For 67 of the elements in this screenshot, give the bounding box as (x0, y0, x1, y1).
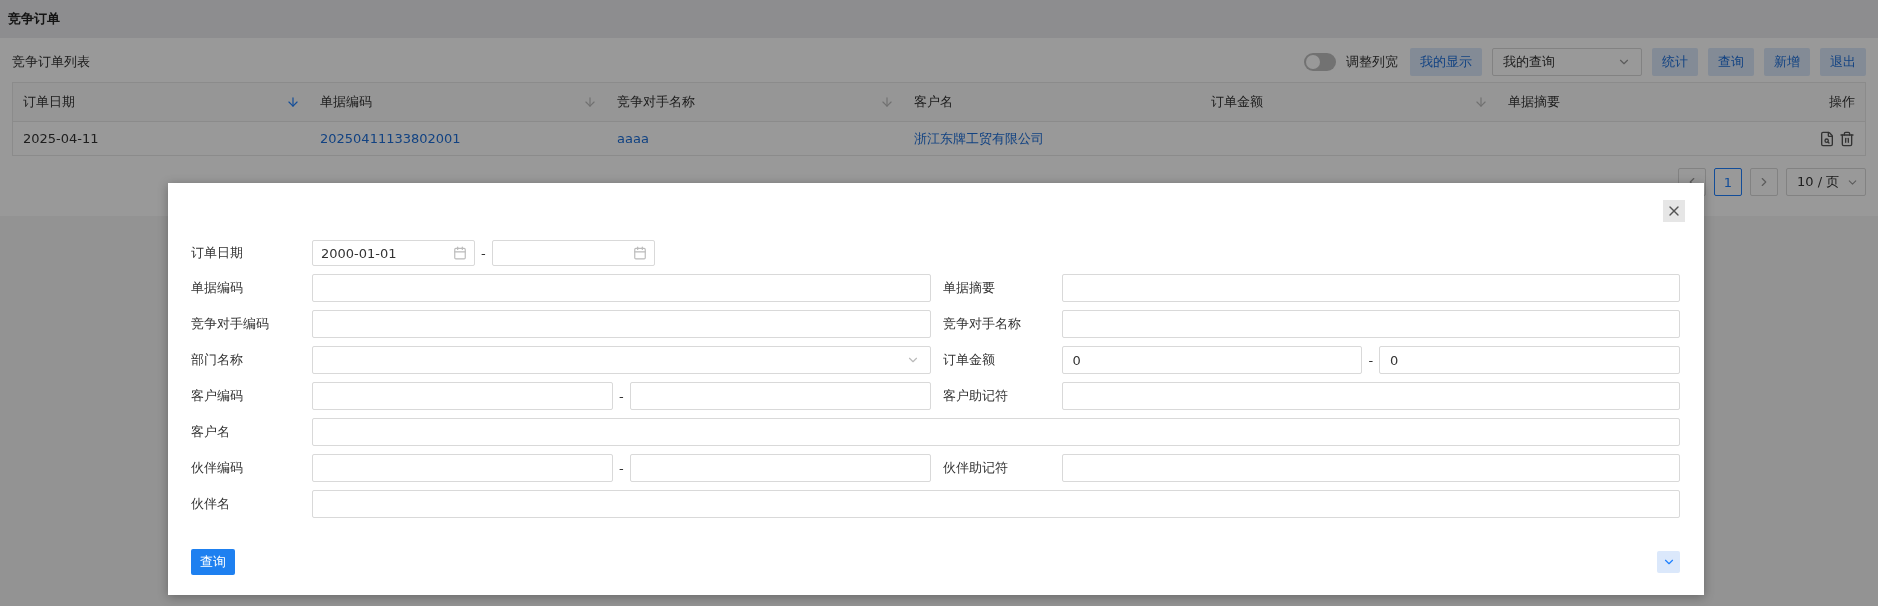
column-header: 操作 (1829, 93, 1855, 111)
page-number[interactable]: 1 (1714, 168, 1742, 196)
table-link[interactable]: 20250411133802001 (320, 131, 461, 146)
range-dash: - (618, 460, 624, 476)
toolbar-button[interactable]: 查询 (1708, 48, 1754, 76)
view-document-icon[interactable] (1819, 130, 1835, 147)
field-label: 伙伴编码 (191, 459, 244, 477)
column-header: 订单金额 (1211, 93, 1263, 111)
input-field[interactable] (312, 310, 931, 338)
column-header: 单据编码 (320, 93, 372, 111)
toolbar-button[interactable]: 我的显示 (1410, 48, 1482, 76)
page-title: 竞争订单 (8, 10, 60, 28)
toolbar-button[interactable]: 统计 (1652, 48, 1698, 76)
page-size-select[interactable]: 10 / 页 (1786, 168, 1866, 196)
input-field[interactable] (629, 382, 931, 410)
input-field[interactable] (312, 454, 613, 482)
column-header: 竞争对手名称 (617, 93, 695, 111)
input-field[interactable] (312, 418, 1680, 446)
table-link[interactable]: aaaa (617, 131, 649, 146)
toolbar-button[interactable]: 新增 (1764, 48, 1810, 76)
column-header: 单据摘要 (1508, 93, 1560, 111)
field-label: 客户助记符 (941, 387, 1009, 405)
close-button[interactable] (1663, 200, 1685, 222)
input-field[interactable] (312, 274, 931, 302)
input-field[interactable] (1061, 310, 1680, 338)
date-field[interactable] (491, 240, 655, 266)
range-dash: - (618, 388, 624, 404)
list-title: 竞争订单列表 (12, 53, 91, 71)
table-link[interactable]: 浙江东牌工贸有限公司 (914, 129, 1044, 148)
field-label: 订单金额 (941, 351, 996, 369)
input-field[interactable] (1061, 382, 1680, 410)
calendar-icon (453, 246, 467, 260)
input-field[interactable]: 0 (1061, 346, 1363, 374)
toggle-switch[interactable] (1304, 53, 1336, 71)
range-dash: - (1368, 352, 1374, 368)
date-field[interactable]: 2000-01-01 (312, 240, 475, 266)
field-label: 竞争对手名称 (941, 315, 1022, 333)
input-field[interactable] (629, 454, 931, 482)
query-button[interactable]: 查询 (191, 549, 235, 575)
field-label: 部门名称 (191, 351, 244, 369)
input-field[interactable]: 0 (1379, 346, 1680, 374)
trash-icon[interactable] (1839, 130, 1855, 147)
field-label: 客户编码 (191, 387, 244, 405)
input-field[interactable] (1061, 274, 1680, 302)
next-page-button[interactable] (1750, 168, 1778, 196)
input-field[interactable] (312, 382, 613, 410)
sort-arrow-icon[interactable] (286, 95, 300, 109)
field-label: 竞争对手编码 (191, 315, 270, 333)
range-dash: - (481, 245, 486, 261)
field-label: 客户名 (191, 423, 231, 441)
column-header: 订单日期 (23, 93, 75, 111)
input-field[interactable] (312, 490, 1680, 518)
toggle-label: 调整列宽 (1346, 53, 1398, 71)
select-field[interactable] (312, 346, 931, 374)
field-label: 单据编码 (191, 279, 244, 297)
query-dropdown[interactable]: 我的查询 (1492, 48, 1642, 76)
sort-arrow-icon[interactable] (1474, 95, 1488, 109)
field-label: 伙伴助记符 (941, 459, 1009, 477)
field-label: 订单日期 (191, 244, 244, 262)
table-cell: 2025-04-11 (23, 131, 99, 146)
column-header: 客户名 (914, 93, 953, 111)
calendar-icon (632, 246, 647, 260)
input-field[interactable] (1061, 454, 1680, 482)
field-label: 伙伴名 (191, 495, 231, 513)
expand-button[interactable] (1657, 551, 1680, 573)
field-label: 单据摘要 (941, 279, 996, 297)
toolbar-button[interactable]: 退出 (1820, 48, 1866, 76)
